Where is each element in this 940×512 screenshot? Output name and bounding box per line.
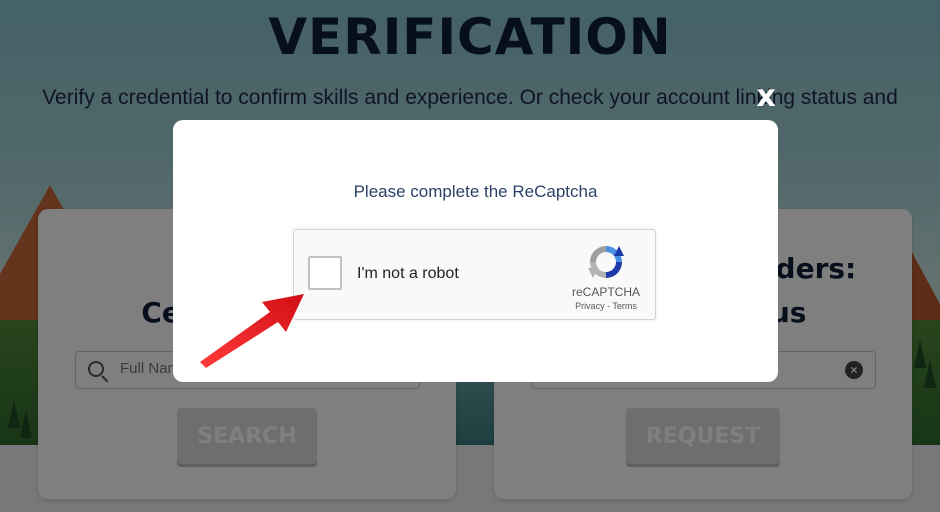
privacy-link[interactable]: Privacy [575,301,605,311]
close-modal-button[interactable]: x [752,80,780,114]
recaptcha-brand: reCAPTCHA [571,285,640,299]
recaptcha-checkbox-label: I'm not a robot [357,265,459,282]
recaptcha-links: Privacy - Terms [556,301,656,311]
red-arrow-annotation [200,294,304,368]
recaptcha-widget: I'm not a robot reCAPTCHA Privacy - Term… [293,229,656,320]
recaptcha-logo-icon [588,246,624,278]
modal-message: Please complete the ReCaptcha [353,182,598,201]
recaptcha-checkbox[interactable] [308,256,342,290]
terms-link[interactable]: Terms [612,301,637,311]
